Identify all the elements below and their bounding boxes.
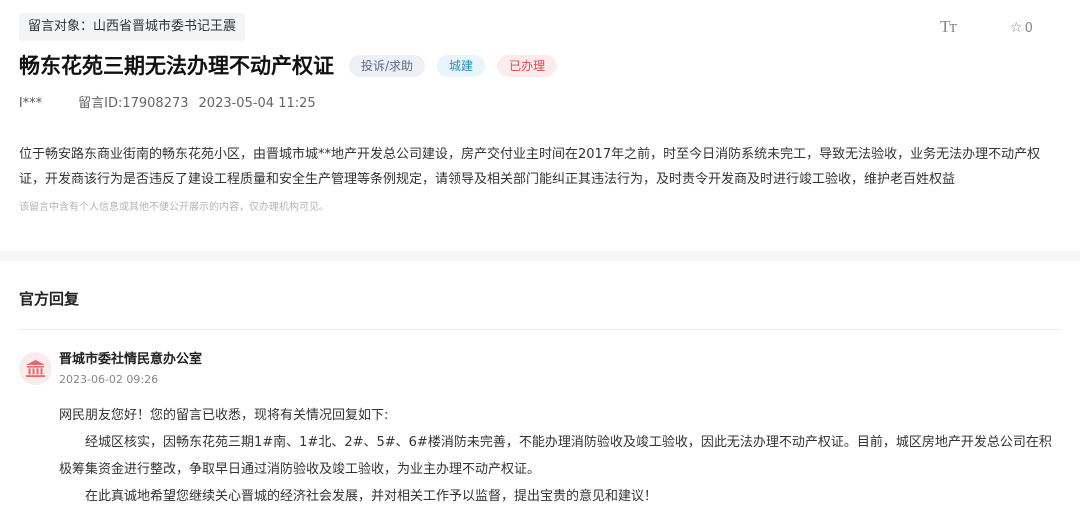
favorite-count: 0 <box>1024 21 1033 36</box>
status-badge: 已办理 <box>497 55 558 77</box>
message-content: 位于畅安路东商业街南的畅东花苑小区，由晋城市城**地产开发总公司建设，房产交付业… <box>19 147 1041 187</box>
reply-date: 2023-06-02 09:26 <box>59 373 159 386</box>
section-divider <box>0 251 1080 261</box>
reply-heading-divider <box>19 329 1060 330</box>
page-title: 畅东花苑三期无法办理不动产权证 <box>19 54 334 78</box>
title-row: 畅东花苑三期无法办理不动产权证 投诉/求助 城建 已办理 <box>19 50 569 82</box>
message-id: 留言ID:17908273 <box>78 96 189 111</box>
font-size-icon[interactable]: Tт <box>940 17 957 37</box>
reply-paragraph-2: 在此真诚地希望您继续关心晋城的经济社会发展，并对相关工作予以监督，提出宝贵的意见… <box>85 489 658 504</box>
government-building-icon <box>19 352 52 385</box>
reply-org-name: 晋城市委社情民意办公室 <box>59 352 203 367</box>
reply-content: 网民朋友您好！您的留言已收悉，现将有关情况回复如下: 经城区核实，因畅东花苑三期… <box>59 402 1064 510</box>
message-time: 2023-05-04 11:25 <box>198 96 316 111</box>
privacy-notice: 该留言中含有个人信息或其他不便公开展示的内容，仅办理机构可见。 <box>19 202 329 213</box>
type-tag: 投诉/求助 <box>349 55 426 77</box>
reply-heading: 官方回复 <box>19 290 80 308</box>
dept-tag: 城建 <box>437 55 486 77</box>
reply-paragraph-1: 经城区核实，因畅东花苑三期1#南、1#北、2#、5#、6#楼消防未完善，不能办理… <box>59 435 1052 477</box>
favorite-button[interactable]: ☆ 0 <box>1010 19 1033 38</box>
message-meta: l*** 留言ID:17908273 2023-05-04 11:25 <box>19 95 316 113</box>
recipient-label: 留言对象：山西省晋城市委书记王震 <box>19 13 246 41</box>
message-panel: 留言对象：山西省晋城市委书记王震 Tт ☆ 0 畅东花苑三期无法办理不动产权证 投… <box>0 0 1080 251</box>
reply-greeting: 网民朋友您好！您的留言已收悉，现将有关情况回复如下: <box>59 408 389 423</box>
user-name: l*** <box>19 96 43 111</box>
star-outline-icon: ☆ <box>1010 20 1023 36</box>
